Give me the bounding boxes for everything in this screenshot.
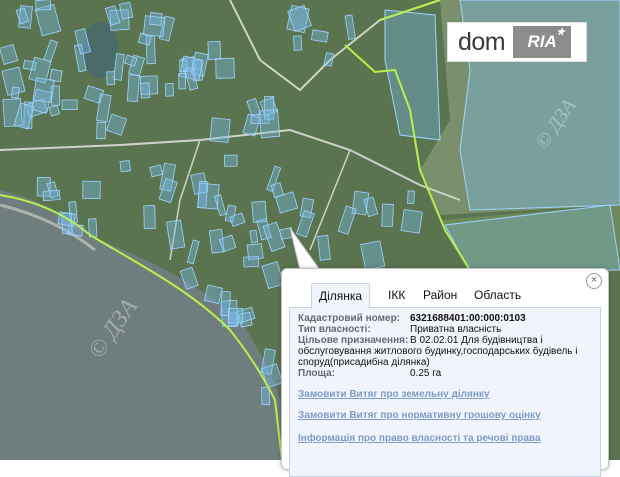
parcel[interactable] [35,0,52,11]
parcel[interactable] [249,229,259,244]
parcel[interactable] [42,189,61,202]
parcel[interactable] [119,159,132,173]
parcel[interactable] [260,386,271,406]
purpose-value: В 02.02.01 Для будівництва і [410,335,543,346]
logo-ria-text: RIA [527,32,557,51]
parcel[interactable] [143,205,156,230]
parcel[interactable] [61,99,78,110]
parcel[interactable] [381,203,394,227]
parcel[interactable] [310,29,329,43]
purpose-value-continued: обслуговування житлового будинку,господа… [298,346,578,368]
parcel[interactable] [209,117,231,143]
logo-dom-text: dom [458,27,506,56]
ownership-info-link[interactable]: Інформація про право власності та речові… [298,433,541,444]
cadastral-number-value: 6321688401:00:000:0103 [410,313,526,324]
parcel[interactable] [96,121,107,140]
order-valuation-extract-link[interactable]: Замовити Витяг про нормативну грошову оц… [298,410,541,421]
tab-region[interactable]: Область [467,283,528,307]
dom-ria-logo: dom RIA ★ [447,22,587,62]
tab-ikk[interactable]: ІКК [381,283,412,307]
parcel[interactable] [32,77,55,104]
parcel[interactable] [258,109,281,139]
purpose-label: Цільове призначення: [298,335,409,346]
parcel[interactable] [203,284,223,305]
parcel[interactable] [82,180,101,199]
parcel[interactable] [228,307,244,324]
parcel[interactable] [139,82,151,99]
tab-district[interactable]: Район [416,283,464,307]
parcel[interactable] [407,190,415,205]
tab-parcel[interactable]: Ділянка [311,283,371,309]
parcel-info-panel: Кадастровий номер: 6321688401:00:000:010… [289,308,601,477]
star-icon: ★ [556,27,566,38]
parcel[interactable] [126,74,140,103]
ownership-type-label: Тип власності: [298,324,371,335]
parcel[interactable] [149,12,163,26]
parcel[interactable] [207,40,222,61]
order-land-extract-link[interactable]: Замовити Витяг про земельну ділянку [298,389,489,400]
parcel[interactable] [317,234,331,261]
ownership-type-value: Приватна власність [410,324,502,335]
parcel[interactable] [149,164,164,178]
parcel[interactable] [215,57,235,79]
area-label: Площа: [298,368,335,379]
area-value: 0.25 га [410,368,442,379]
logo-ria-box: RIA ★ [513,26,572,58]
parcel[interactable] [178,73,187,90]
parcel[interactable] [10,86,20,99]
popup-tabs: Ділянка ІКК Район Область [289,283,601,309]
parcel[interactable] [293,35,303,51]
parcel[interactable] [224,154,238,167]
cadastral-number-label: Кадастровий номер: [298,313,401,324]
parcel[interactable] [179,59,188,72]
parcel[interactable] [251,200,268,223]
parcel[interactable] [164,83,174,97]
parcel-info-popup: × Ділянка ІКК Район Область Кадастровий … [281,268,609,477]
parcel[interactable] [243,256,260,268]
parcel[interactable] [400,208,423,234]
